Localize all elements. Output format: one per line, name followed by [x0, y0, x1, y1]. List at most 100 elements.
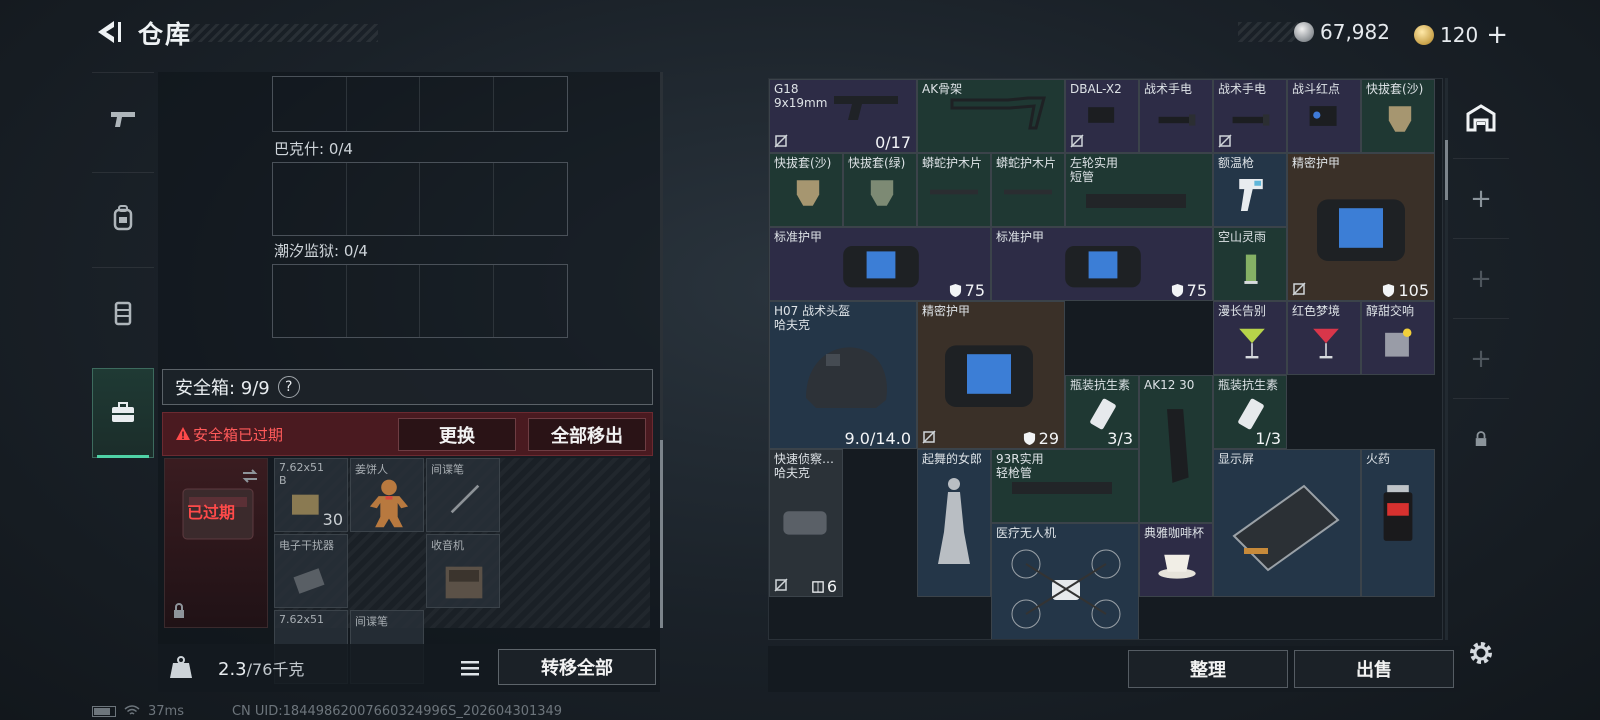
nav-weapons[interactable] — [92, 72, 154, 162]
pistol-icon — [111, 111, 135, 127]
safebox-case[interactable]: 已过期 — [164, 458, 268, 628]
stash-item-flashlight[interactable]: 战术手电 — [1213, 79, 1287, 153]
add-currency-button[interactable]: + — [1486, 20, 1508, 50]
item-name: 火药 — [1366, 452, 1391, 466]
replace-button[interactable]: 更换 — [398, 418, 516, 451]
stash-item-reddot[interactable]: 战斗红点 — [1287, 79, 1361, 153]
safebox-item[interactable]: 间谍笔 — [426, 458, 500, 532]
stash-item-gunpowder[interactable]: 火药 — [1361, 449, 1435, 597]
expired-warning-bar: 安全箱已过期 更换 全部移出 — [162, 412, 653, 456]
stash-item-93r-barrel[interactable]: 93R实用 轻枪管 — [991, 449, 1139, 523]
currency-decoration — [1238, 22, 1298, 42]
item-name: H07 战术头盔 哈夫克 — [774, 304, 851, 332]
stash-item-drone[interactable]: 医疗无人机 — [991, 523, 1139, 639]
add-stash-tab-button[interactable]: + — [1453, 158, 1509, 238]
item-name: 瓶装抗生素 — [1218, 378, 1279, 392]
briefcase-icon — [112, 402, 134, 422]
stash-item-display[interactable]: 显示屏 — [1213, 449, 1361, 597]
stash-item-handguard[interactable]: 蟒蛇护木片 — [917, 153, 991, 227]
swap-icon[interactable] — [241, 467, 259, 485]
item-value: 3/3 — [1107, 429, 1133, 448]
martini-glass-icon — [1239, 328, 1265, 359]
group-slot-grid[interactable] — [272, 162, 568, 236]
item-name: DBAL-X2 — [1070, 82, 1122, 96]
item-name: 起舞的女郎 — [922, 452, 983, 466]
nav-backpack[interactable] — [92, 172, 154, 262]
left-nav — [92, 72, 154, 472]
pill-bottle-icon — [1238, 398, 1264, 430]
armor-bag-icon — [945, 345, 1033, 407]
left-scrollbar-thumb[interactable] — [660, 440, 663, 628]
stash-item-precision-armor[interactable]: 精密护甲 105 — [1287, 153, 1435, 301]
stash-item-antibiotic[interactable]: 瓶装抗生素 3/3 — [1065, 375, 1139, 449]
settings-gear-icon[interactable] — [1466, 638, 1496, 668]
stash-item-dbal[interactable]: DBAL-X2 — [1065, 79, 1139, 153]
stash-item-holster[interactable]: 快拔套(沙) — [1361, 79, 1435, 153]
shield-icon — [1023, 432, 1035, 445]
stash-item-antibiotic[interactable]: 瓶装抗生素 1/3 — [1213, 375, 1287, 449]
jammer-icon — [293, 568, 325, 594]
nav-safebox[interactable] — [92, 368, 154, 458]
shield-icon — [1383, 284, 1395, 297]
safebox-item[interactable]: 电子干扰器 — [274, 534, 348, 608]
safebox-item[interactable]: 收音机 — [426, 534, 500, 608]
title-decoration — [186, 24, 378, 42]
group-label: 潮汐监狱: 0/4 — [274, 242, 368, 260]
back-button[interactable] — [92, 16, 124, 48]
stash-item-std-armor[interactable]: 标准护甲 75 — [769, 227, 991, 301]
gold-amount: 120 — [1440, 23, 1479, 47]
remove-all-button[interactable]: 全部移出 — [528, 418, 646, 451]
add-stash-tab-button[interactable]: + — [1453, 238, 1509, 318]
item-name: 战斗红点 — [1292, 82, 1341, 96]
stash-item-cocktail[interactable]: 醇甜交响 — [1361, 301, 1435, 375]
stash-item-handguard[interactable]: 蟒蛇护木片 — [991, 153, 1065, 227]
stash-item-g18[interactable]: G18 9x19mm 0/17 — [769, 79, 917, 153]
stash-item-holster[interactable]: 快拔套(沙) — [769, 153, 843, 227]
stash-item-ak-stock[interactable]: AK骨架 — [917, 79, 1065, 153]
statue-icon — [938, 478, 970, 564]
group-slot-grid[interactable] — [272, 264, 568, 338]
silver-amount: 67,982 — [1320, 20, 1390, 44]
gingerbread-icon — [369, 479, 409, 528]
stash-item-ak12-mag[interactable]: AK12 30 — [1139, 375, 1213, 523]
shield-icon — [1171, 284, 1183, 297]
stash-item-std-armor[interactable]: 标准护甲 75 — [991, 227, 1213, 301]
bag-icon — [783, 511, 827, 535]
empty-slot-grid-top[interactable] — [272, 76, 568, 132]
stash-item-precision-armor[interactable]: 精密护甲 29 — [917, 301, 1065, 449]
item-name: 左轮实用 短管 — [1070, 156, 1119, 184]
holster-icon — [870, 180, 894, 206]
magazine-icon — [1167, 409, 1189, 483]
safebox-item[interactable]: 姜饼人 — [350, 458, 424, 532]
item-name: 7.62x51 — [279, 613, 324, 626]
stash-item-coffee-cup[interactable]: 典雅咖啡杯 — [1139, 523, 1213, 597]
stash-item-cocktail[interactable]: 漫长告别 — [1213, 301, 1287, 375]
stash-item-statue[interactable]: 起舞的女郎 — [917, 449, 991, 597]
sell-button[interactable]: 出售 — [1294, 650, 1454, 688]
stash-scrollbar-thumb[interactable] — [1445, 140, 1448, 200]
stash-item-cocktail[interactable]: 红色梦境 — [1287, 301, 1361, 375]
help-button[interactable]: ? — [277, 376, 300, 398]
capacity-readout: 6 — [812, 579, 837, 595]
item-value: 0/17 — [875, 133, 911, 152]
add-stash-tab-button[interactable]: + — [1453, 318, 1509, 398]
item-value: 1/3 — [1255, 429, 1281, 448]
no-insure-icon — [1218, 134, 1232, 148]
stash-item-helmet[interactable]: H07 战术头盔 哈夫克 9.0/14.0 — [769, 301, 917, 449]
stash-item-revolver-barrel[interactable]: 左轮实用 短管 — [1065, 153, 1213, 227]
locked-stash-tab[interactable] — [1453, 398, 1509, 478]
sort-button[interactable]: 整理 — [1128, 650, 1288, 688]
list-icon[interactable] — [458, 656, 482, 680]
stash-item-cocktail[interactable]: 空山灵雨 — [1213, 227, 1287, 301]
item-name: 典雅咖啡杯 — [1144, 526, 1205, 540]
stash-tab-main[interactable] — [1453, 78, 1509, 158]
stash-item-recon-bag[interactable]: 快速侦察… 哈夫克 6 — [769, 449, 843, 597]
shield-icon — [949, 284, 961, 297]
stash-item-flashlight[interactable]: 战术手电 — [1139, 79, 1213, 153]
item-name: 蟒蛇护木片 — [922, 156, 983, 170]
nav-vest[interactable] — [92, 267, 154, 357]
stash-item-thermometer[interactable]: 额温枪 — [1213, 153, 1287, 227]
stash-item-holster[interactable]: 快拔套(绿) — [843, 153, 917, 227]
transfer-all-button[interactable]: 转移全部 — [498, 649, 656, 685]
safebox-header: 安全箱: 9/9 ? — [162, 369, 653, 405]
